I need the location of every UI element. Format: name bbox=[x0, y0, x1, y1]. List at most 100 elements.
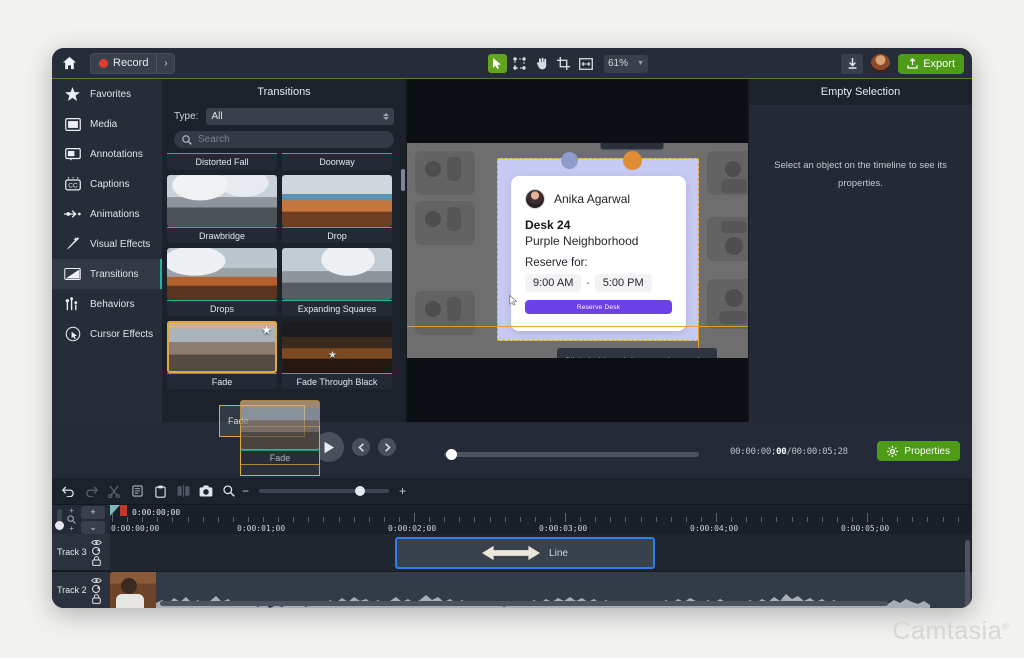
ruler-tick bbox=[610, 517, 612, 522]
transition-thumbnail[interactable]: ★ bbox=[167, 321, 277, 373]
hand-icon[interactable] bbox=[532, 54, 551, 73]
fit-frame-icon[interactable] bbox=[576, 54, 595, 73]
lock-icon[interactable] bbox=[91, 593, 101, 604]
ruler-label: 0:00:00;00 bbox=[111, 524, 160, 533]
transition-thumbnail[interactable] bbox=[282, 175, 392, 227]
transition-item[interactable]: Expanding Squares bbox=[282, 248, 392, 316]
zoom-button[interactable] bbox=[219, 481, 239, 501]
crop-icon[interactable] bbox=[554, 54, 573, 73]
transition-caption: Expanding Squares bbox=[282, 300, 392, 316]
transition-thumbnail[interactable] bbox=[167, 248, 277, 300]
sidebar-item-cursor-effects[interactable]: Cursor Effects bbox=[52, 319, 162, 349]
ruler-scale[interactable]: 0:00:00;00 0:00:00;00 0:00:01;00 0:00:02;0… bbox=[110, 505, 972, 534]
bg-desk-pill bbox=[447, 297, 461, 321]
card-time-start[interactable]: 9:00 AM bbox=[525, 274, 582, 292]
top-toolbar: Record › 61% ▼ Export bbox=[52, 48, 972, 79]
favorite-star-icon[interactable]: ★ bbox=[328, 351, 337, 361]
snapshot-button[interactable] bbox=[196, 481, 216, 501]
transition-item[interactable]: Drawbridge bbox=[167, 175, 277, 243]
ruler-tick bbox=[414, 513, 415, 522]
type-filter-select[interactable]: All bbox=[206, 107, 394, 125]
transition-item[interactable]: Distorted Fall bbox=[167, 153, 277, 170]
sidebar-item-media[interactable]: Media bbox=[52, 109, 162, 139]
bin-search-box[interactable] bbox=[174, 131, 394, 148]
properties-empty-state: Select an object on the timeline to see … bbox=[749, 155, 972, 192]
sidebar-item-favorites[interactable]: Favorites bbox=[52, 79, 162, 109]
copy-button[interactable] bbox=[127, 481, 147, 501]
scrubber-track[interactable] bbox=[444, 449, 699, 460]
timeline-zoom-knob[interactable] bbox=[355, 486, 366, 496]
pointer-tool[interactable] bbox=[488, 54, 507, 73]
track-height-knob[interactable] bbox=[55, 520, 64, 530]
properties-button[interactable]: Properties bbox=[877, 441, 960, 461]
scrubber-knob[interactable] bbox=[446, 449, 457, 460]
avatar-dot-orange bbox=[623, 151, 642, 170]
timeline-horizontal-scrollbar[interactable] bbox=[160, 601, 888, 606]
canvas-stage[interactable]: Anika Agarwal Desk 24 Purple Neighborhoo… bbox=[407, 143, 748, 358]
timeline-zoom-slider[interactable] bbox=[259, 486, 390, 496]
step-forward-icon bbox=[384, 442, 391, 452]
paste-icon bbox=[154, 485, 166, 498]
export-button[interactable]: Export bbox=[898, 53, 964, 74]
top-right-actions: Export bbox=[841, 48, 964, 79]
track-header[interactable]: Track 3 bbox=[52, 534, 110, 571]
marquee-select-icon[interactable] bbox=[510, 54, 529, 73]
timeline-clip-line[interactable]: Line bbox=[395, 537, 655, 569]
record-button[interactable]: Record bbox=[91, 53, 158, 73]
transition-item-fade[interactable]: ★ Fade bbox=[167, 321, 277, 389]
paste-button[interactable] bbox=[150, 481, 170, 501]
zoom-out-button[interactable]: − bbox=[242, 484, 249, 498]
sidebar-item-visual-effects[interactable]: Visual Effects bbox=[52, 229, 162, 259]
loop-icon[interactable] bbox=[91, 584, 102, 593]
redo-button[interactable] bbox=[81, 481, 101, 501]
canvas-zoom-select[interactable]: 61% ▼ bbox=[604, 54, 648, 73]
add-track-button[interactable]: + bbox=[81, 505, 105, 519]
home-icon[interactable] bbox=[52, 48, 86, 79]
playhead-marker[interactable] bbox=[120, 505, 127, 516]
sidebar-item-annotations[interactable]: Annotations bbox=[52, 139, 162, 169]
sidebar-item-animations[interactable]: Animations bbox=[52, 199, 162, 229]
ruler-controls: + + + ⌄ bbox=[52, 505, 110, 534]
transition-item[interactable]: Drops bbox=[167, 248, 277, 316]
ruler-tick bbox=[791, 517, 793, 522]
eye-icon[interactable] bbox=[90, 539, 102, 546]
card-time-end[interactable]: 5:00 PM bbox=[594, 274, 652, 292]
transition-item[interactable]: Doorway bbox=[282, 153, 392, 170]
transition-thumbnail[interactable]: ★ bbox=[282, 321, 392, 373]
eye-icon[interactable] bbox=[90, 577, 102, 584]
sidebar-item-captions[interactable]: CC Captions bbox=[52, 169, 162, 199]
bin-search-input[interactable] bbox=[198, 134, 386, 145]
track-height-slider[interactable] bbox=[55, 508, 64, 531]
reserve-desk-button[interactable]: Reserve Desk bbox=[525, 300, 672, 314]
star-icon bbox=[64, 86, 81, 103]
bin-scrollbar-thumb[interactable] bbox=[401, 169, 405, 191]
sidebar-item-transitions[interactable]: Transitions bbox=[52, 259, 162, 289]
collapse-tracks-button[interactable]: ⌄ bbox=[81, 520, 105, 534]
track-body[interactable]: Line bbox=[110, 534, 972, 571]
split-button[interactable] bbox=[173, 481, 193, 501]
step-back-button[interactable] bbox=[352, 438, 370, 456]
track-header[interactable]: Track 2 bbox=[52, 572, 110, 608]
transition-thumbnail[interactable] bbox=[282, 248, 392, 300]
magnify-controls[interactable]: + + bbox=[67, 506, 76, 533]
record-dropdown-caret[interactable]: › bbox=[157, 54, 174, 73]
download-arrow-icon[interactable] bbox=[841, 53, 864, 74]
canvas-area[interactable]: Anika Agarwal Desk 24 Purple Neighborhoo… bbox=[407, 79, 748, 422]
timeline-tracks: Track 3 Line Track 2 bbox=[52, 534, 972, 608]
zoom-in-button[interactable]: + bbox=[399, 484, 406, 498]
undo-icon bbox=[61, 485, 74, 497]
transition-thumbnail[interactable] bbox=[167, 175, 277, 227]
cut-button[interactable] bbox=[104, 481, 124, 501]
timeline-vertical-scrollbar[interactable] bbox=[965, 540, 970, 608]
transition-item[interactable]: Drop bbox=[282, 175, 392, 243]
step-forward-button[interactable] bbox=[378, 438, 396, 456]
sidebar-item-behaviors[interactable]: Behaviors bbox=[52, 289, 162, 319]
transition-item-fade-through-black[interactable]: ★ Fade Through Black bbox=[282, 321, 392, 389]
lock-icon[interactable] bbox=[91, 555, 101, 566]
sidebar-label-captions: Captions bbox=[90, 178, 130, 190]
undo-button[interactable] bbox=[58, 481, 78, 501]
ruler-tick bbox=[716, 513, 717, 522]
user-avatar[interactable] bbox=[870, 53, 892, 74]
favorite-star-icon[interactable]: ★ bbox=[261, 324, 272, 336]
loop-icon[interactable] bbox=[91, 546, 102, 555]
